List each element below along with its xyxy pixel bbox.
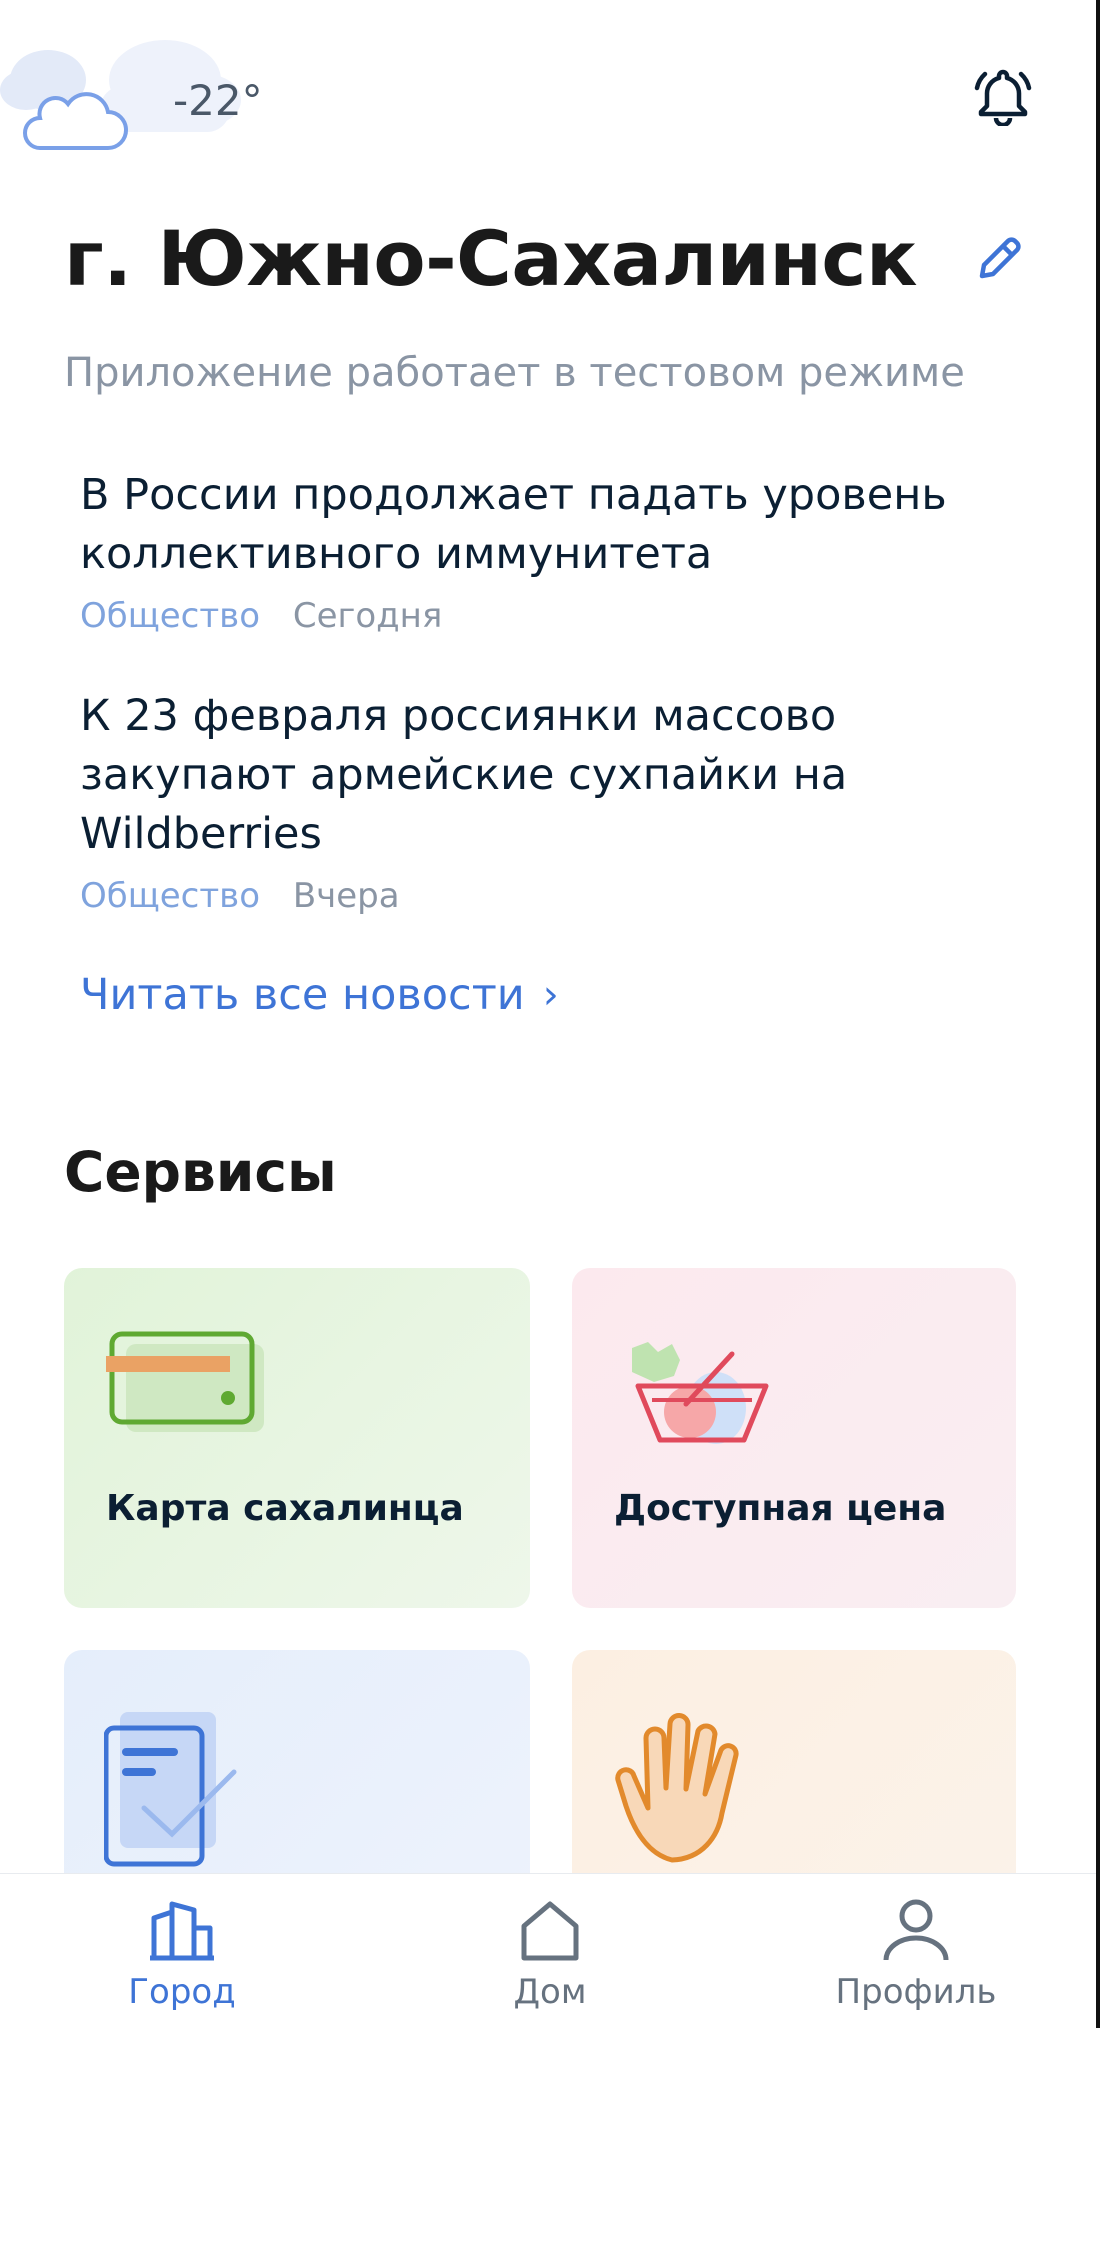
tab-label: Профиль — [835, 1972, 997, 2012]
hand-icon — [615, 1713, 739, 1863]
news-category: Общество — [80, 876, 261, 916]
temperature: -22° — [173, 76, 263, 125]
bell-icon — [974, 69, 1032, 128]
card-icon — [106, 1331, 264, 1432]
read-all-news-label: Читать все новости — [80, 970, 525, 1020]
tab-city[interactable]: Город — [62, 1874, 302, 2028]
app-screen: -22° г. Южно-Сахалинск Приложение работа… — [0, 0, 1096, 2028]
service-card-sakhalin-card[interactable]: Карта сахалинца — [64, 1268, 530, 1608]
profile-icon — [883, 1899, 949, 1961]
news-date: Сегодня — [292, 596, 443, 636]
tab-label: Город — [128, 1972, 236, 2012]
house-icon — [521, 1901, 579, 1961]
news-title: В России продолжает падать уровень колле… — [80, 470, 947, 579]
grocery-basket-icon — [632, 1342, 769, 1444]
bottom-tab-bar: Город Дом Профиль — [0, 1873, 1096, 2028]
service-card-affordable-price[interactable]: Доступная цена — [572, 1268, 1016, 1608]
chevron-right-icon: › — [542, 972, 559, 1018]
tab-home[interactable]: Дом — [430, 1874, 670, 2028]
service-label: Доступная цена — [614, 1488, 947, 1529]
edit-city-button[interactable] — [974, 234, 1024, 284]
tab-label: Дом — [513, 1972, 587, 2012]
test-mode-notice: Приложение работает в тестовом режиме — [64, 350, 965, 396]
weather-widget[interactable]: -22° — [0, 38, 280, 158]
news-item[interactable]: В России продолжает падать уровень колле… — [80, 466, 1030, 636]
news-meta: Общество Сегодня — [80, 596, 1030, 636]
pencil-icon — [979, 237, 1021, 279]
news-item[interactable]: К 23 февраля россиянки массово закупают … — [80, 687, 1030, 916]
read-all-news-link[interactable]: Читать все новости › — [80, 970, 559, 1020]
news-date: Вчера — [292, 876, 400, 916]
news-meta: Общество Вчера — [80, 876, 1030, 916]
notifications-button[interactable] — [974, 66, 1032, 128]
service-label: Карта сахалинца — [106, 1488, 464, 1529]
news-category: Общество — [80, 596, 261, 636]
city-buildings-icon — [150, 1901, 214, 1961]
city-title[interactable]: г. Южно-Сахалинск — [64, 214, 918, 303]
document-check-icon — [104, 1712, 237, 1867]
screen-edge — [1096, 0, 1100, 2028]
news-title: К 23 февраля россиянки массово закупают … — [80, 691, 848, 859]
services-title: Сервисы — [64, 1140, 337, 1204]
tab-profile[interactable]: Профиль — [796, 1874, 1036, 2028]
